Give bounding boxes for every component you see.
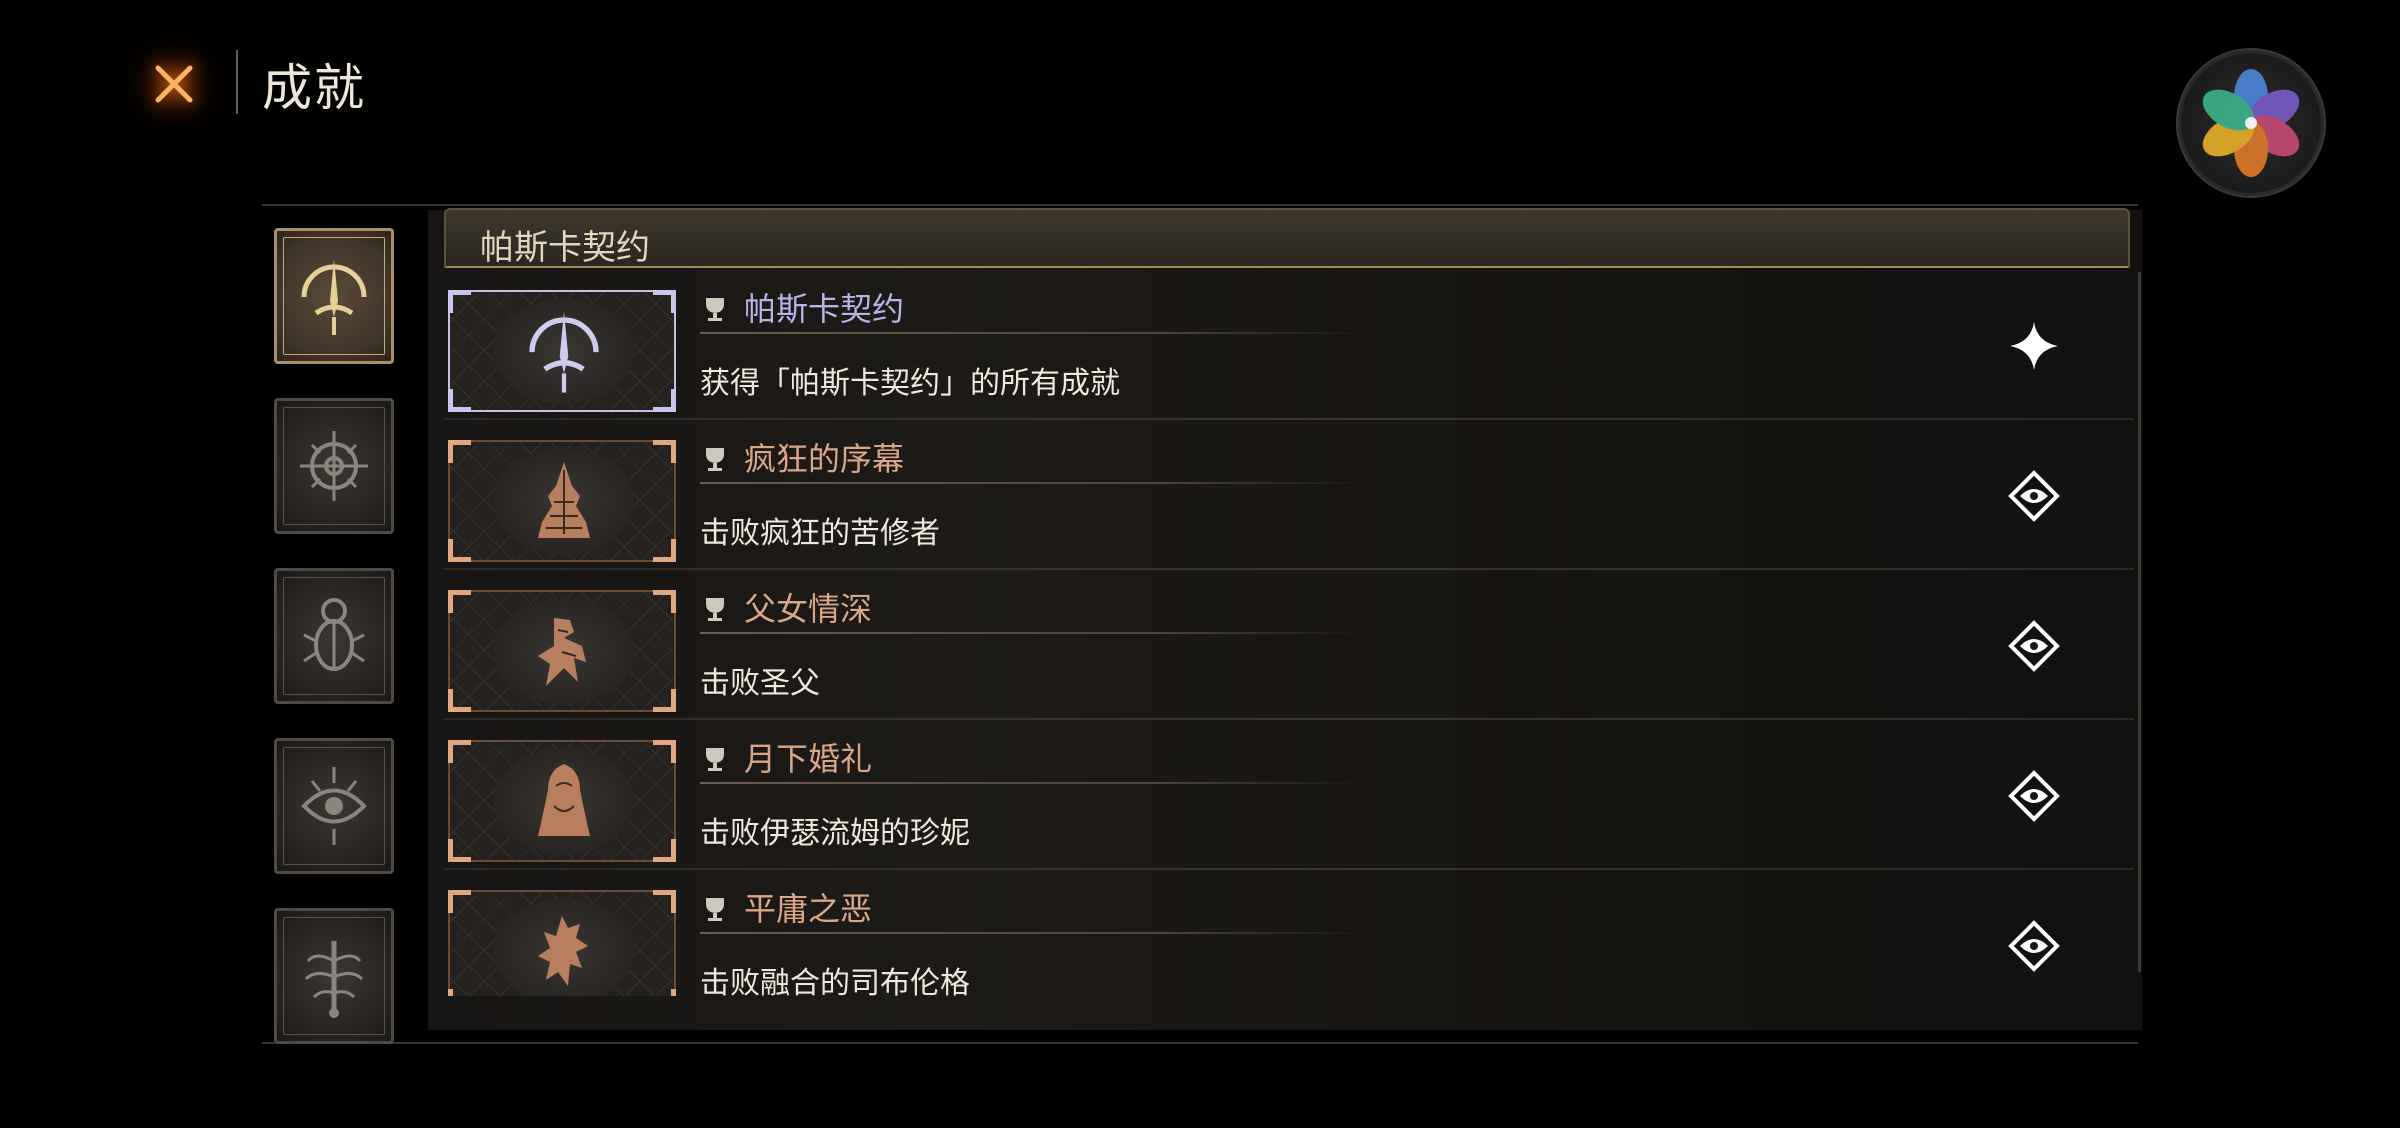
assistant-button[interactable]: [2178, 50, 2324, 196]
close-icon: [155, 65, 193, 103]
achievement-thumbnail: [448, 740, 676, 862]
sunrise-crest-icon: [529, 311, 599, 393]
achievement-row[interactable]: 父女情深 击败圣父: [444, 570, 2134, 720]
achievement-row[interactable]: 月下婚礼 击败伊瑟流姆的珍妮: [444, 720, 2134, 870]
trophy-icon: [706, 448, 724, 471]
header-divider: [236, 50, 238, 114]
sparkle-icon: [2010, 322, 2058, 370]
trophy-icon: [706, 598, 724, 621]
achievement-status: [2004, 316, 2064, 376]
achievement-row[interactable]: 帕斯卡契约 获得「帕斯卡契约」的所有成就: [444, 270, 2134, 420]
diamond-eye-icon: [2008, 620, 2060, 672]
achievement-status: [2004, 916, 2064, 976]
achievement-thumbnail: [448, 590, 676, 712]
achievement-description: 击败圣父: [700, 666, 820, 701]
veiled-bride-icon: [538, 764, 590, 836]
achievement-title: 平庸之恶: [744, 890, 873, 928]
section-header: 帕斯卡契约: [444, 208, 2130, 268]
category-compass[interactable]: [274, 398, 394, 534]
diamond-eye-icon: [2008, 920, 2060, 972]
diamond-eye-icon: [2008, 770, 2060, 822]
trophy-icon: [706, 298, 724, 321]
flower-icon: [2202, 69, 2300, 177]
achievement-thumbnail: [448, 290, 676, 412]
achievement-row[interactable]: 平庸之恶 击败融合的司布伦格: [444, 870, 2134, 996]
achievement-status: [2004, 766, 2064, 826]
twisted-hands-icon: [538, 618, 586, 686]
eye-sigil-icon: [301, 767, 367, 845]
category-scarab[interactable]: [274, 568, 394, 704]
close-button[interactable]: [140, 50, 208, 118]
achievement-row[interactable]: 疯狂的序幕 击败疯狂的苦修者: [444, 420, 2134, 570]
category-eye[interactable]: [274, 738, 394, 874]
scarab-icon: [303, 598, 365, 671]
tree-sigil-icon: [304, 941, 364, 1018]
category-tree[interactable]: [274, 908, 394, 1044]
achievement-description: 获得「帕斯卡契约」的所有成就: [700, 366, 1120, 401]
achievement-status: [2004, 466, 2064, 526]
compass-icon: [300, 431, 368, 501]
scrollbar[interactable]: [2138, 272, 2141, 972]
achievement-title: 月下婚礼: [744, 740, 873, 778]
section-title: 帕斯卡契约: [480, 228, 650, 268]
trophy-icon: [706, 748, 724, 771]
spiked-figure-icon: [538, 462, 590, 538]
achievement-title: 父女情深: [744, 590, 873, 628]
diamond-eye-icon: [2008, 470, 2060, 522]
trophy-icon: [706, 898, 724, 921]
achievement-list: 帕斯卡契约 获得「帕斯卡契约」的所有成就 疯狂的序幕 击败疯狂的苦修者 父女情深…: [444, 270, 2134, 996]
achievement-status: [2004, 616, 2064, 676]
page-title: 成就: [262, 59, 366, 117]
achievement-thumbnail: [448, 890, 676, 996]
fused-beast-icon: [538, 916, 588, 986]
achievement-description: 击败融合的司布伦格: [700, 966, 970, 996]
achievement-title: 帕斯卡契约: [744, 290, 905, 328]
achievement-title: 疯狂的序幕: [744, 440, 905, 478]
achievement-description: 击败疯狂的苦修者: [700, 516, 940, 551]
achievement-thumbnail: [448, 440, 676, 562]
category-pascal-contract[interactable]: [274, 228, 394, 364]
achievement-description: 击败伊瑟流姆的珍妮: [700, 816, 970, 851]
sunrise-crest-icon: [301, 259, 367, 335]
